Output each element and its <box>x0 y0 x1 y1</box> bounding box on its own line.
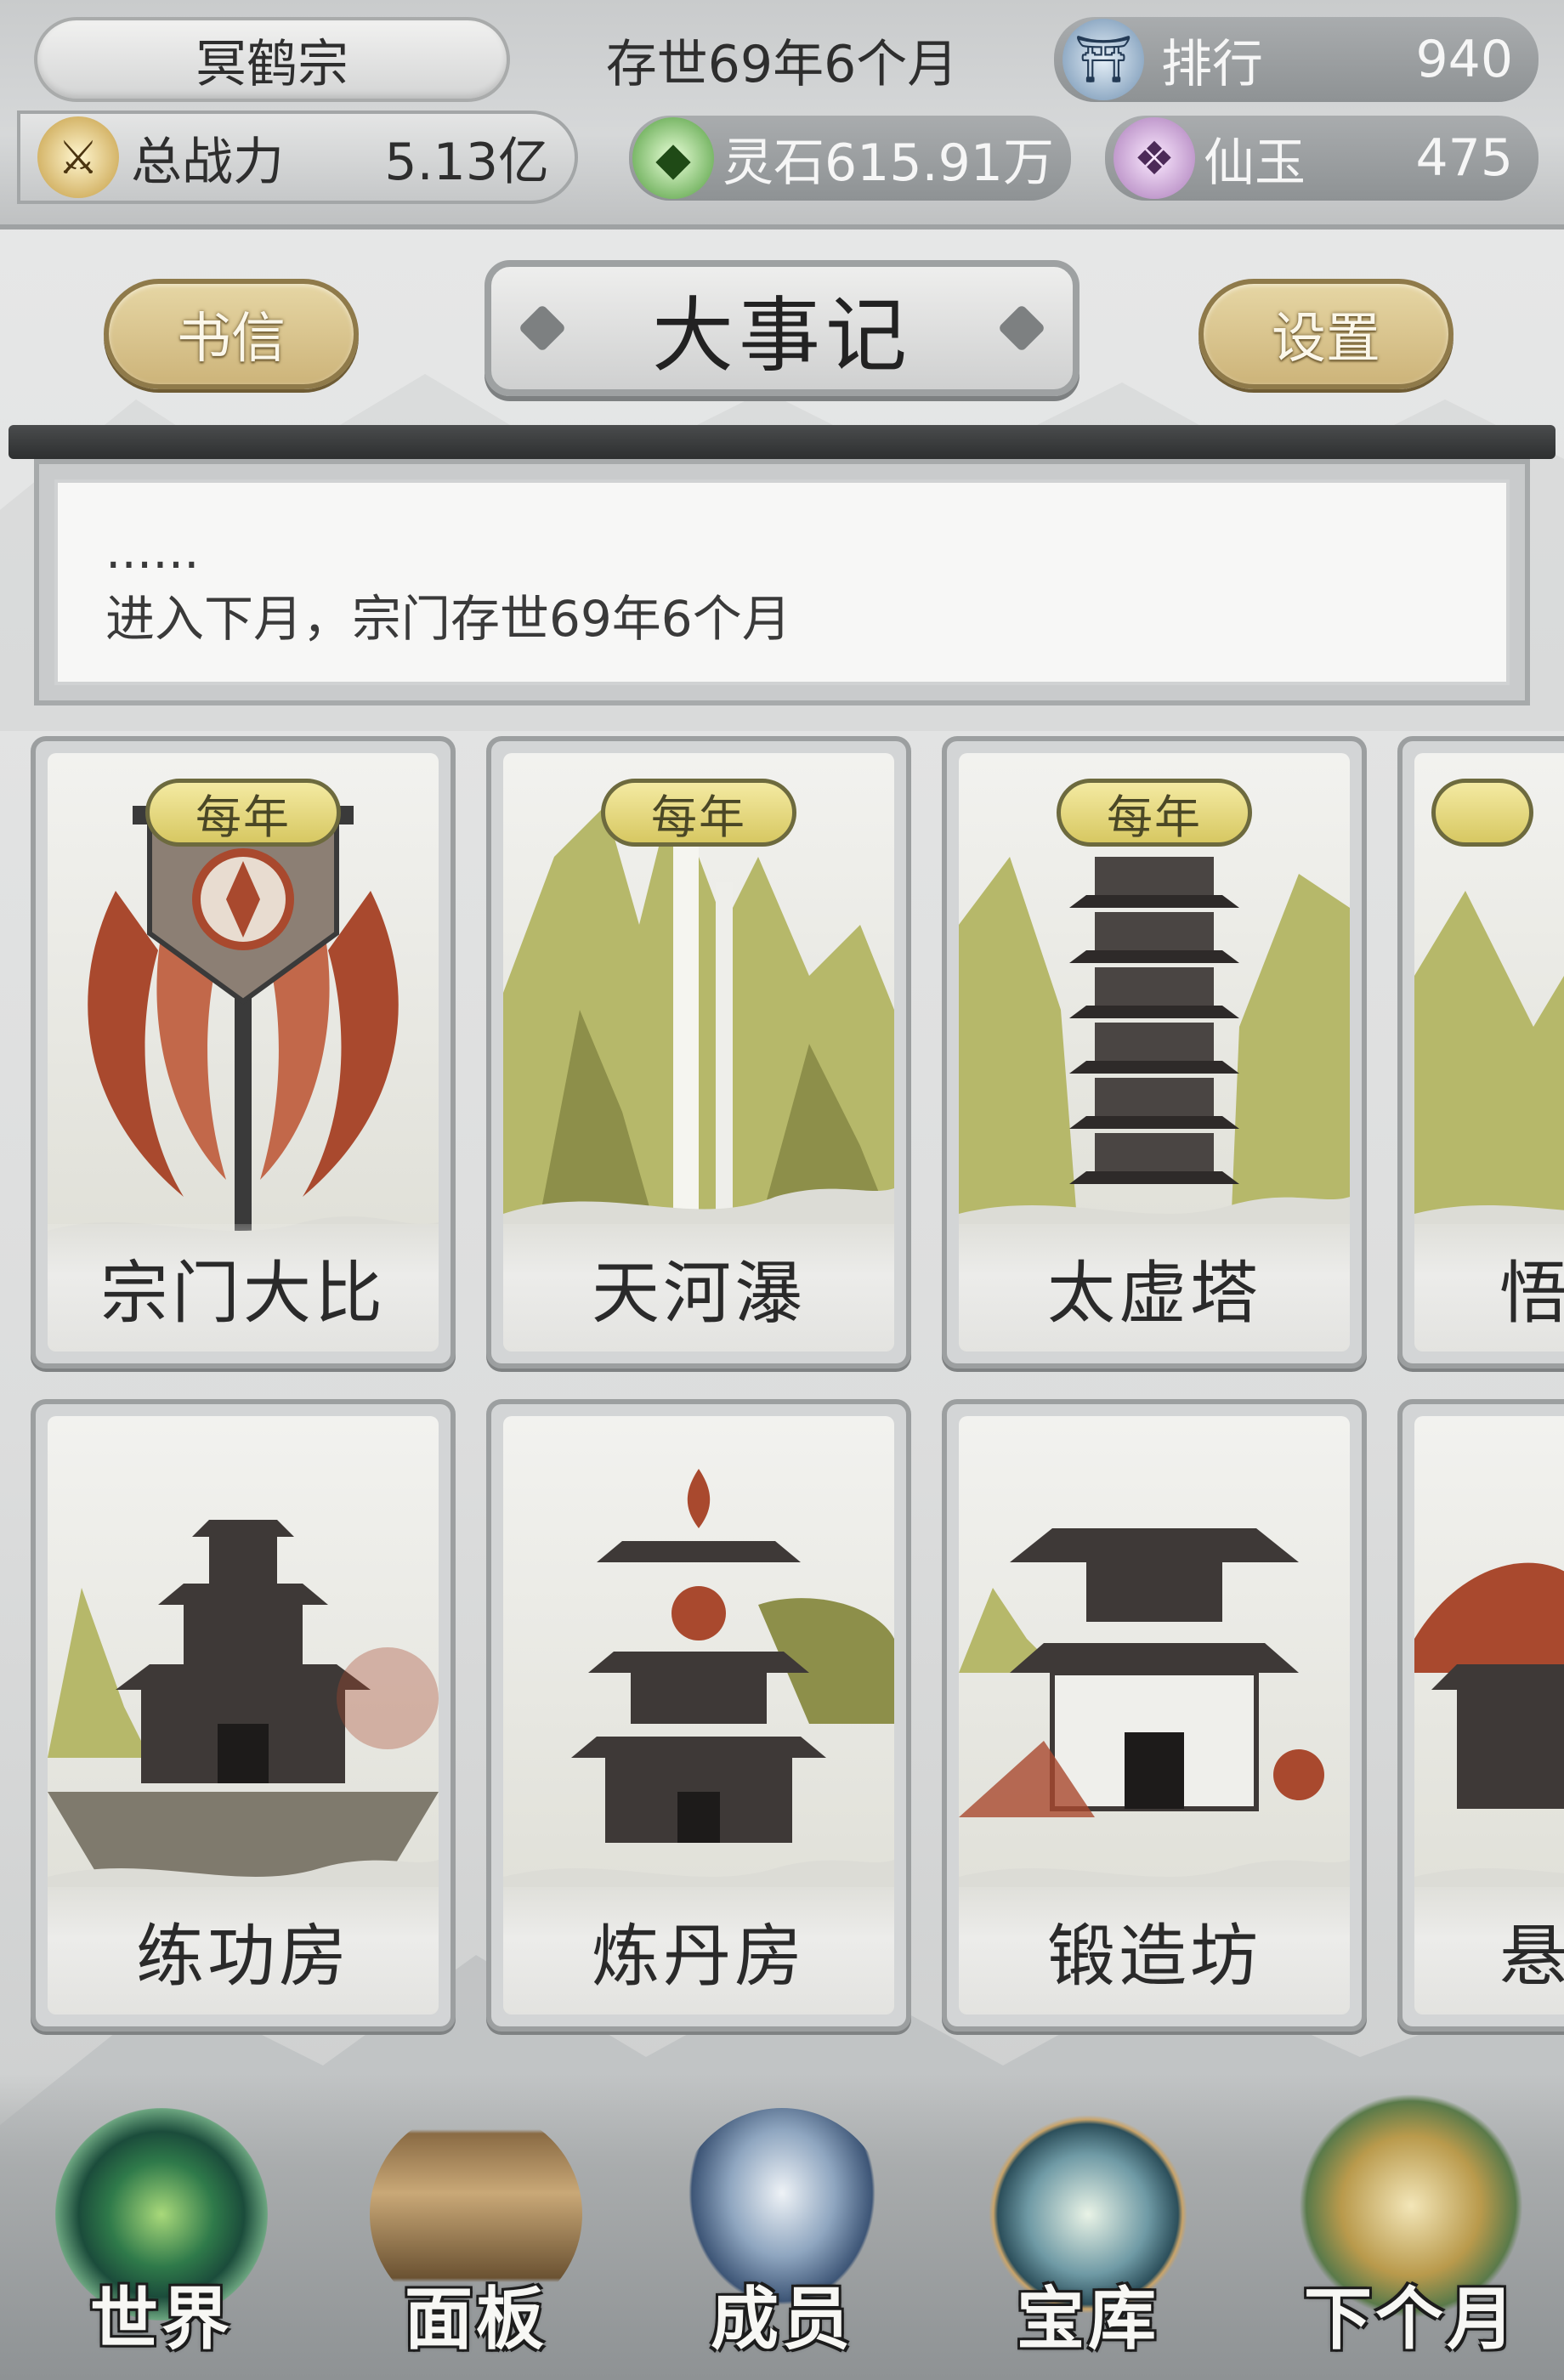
xianyu-jade-icon: ❖ <box>1114 117 1195 199</box>
building-name: 锻造坊 <box>959 1887 1350 2014</box>
building-name-text: 悟 <box>1499 1254 1564 1333</box>
badge-label: 每年 <box>1107 790 1202 844</box>
ornament-right-icon <box>997 303 1046 353</box>
building-name-text: 悬 <box>1499 1917 1564 1996</box>
card-illustration: 每年 太虚塔 <box>959 753 1350 1352</box>
yearly-badge: 每年 <box>145 779 341 847</box>
building-grid[interactable]: 每年 宗门大比 每年 天河瀑 每年 太虚塔 悟 练功房 炼丹房 锻造坊 悬 <box>31 736 1564 2045</box>
sect-name-plate[interactable]: 冥鹤宗 <box>34 17 510 102</box>
power-value: 5.13亿 <box>384 132 549 192</box>
nav-panel[interactable]: 面板 <box>340 2100 612 2372</box>
building-name: 天河瀑 <box>503 1224 894 1352</box>
sect-name: 冥鹤宗 <box>196 34 348 94</box>
yearly-badge <box>1431 779 1533 847</box>
event-log[interactable]: ...... 进入下月，宗门存世69年6个月 <box>54 479 1510 685</box>
building-name: 宗门大比 <box>48 1224 439 1352</box>
sect-age: 存世69年6个月 <box>544 17 1020 102</box>
nav-members[interactable]: 成员 <box>646 2100 918 2372</box>
event-log-panel: ...... 进入下月，宗门存世69年6个月 <box>34 459 1530 706</box>
spirit-stone-icon: ◆ <box>632 117 714 199</box>
ornament-left-icon <box>518 303 567 353</box>
log-message: 进入下月，宗门存世69年6个月 <box>105 590 791 648</box>
building-card-partial-2[interactable]: 悬 <box>1397 1399 1564 2032</box>
rank-value: 940 <box>1415 30 1513 89</box>
top-status-bar: 冥鹤宗 存世69年6个月 ⛩ 排行 940 ⚔ 总战力 5.13亿 ◆ 灵石61… <box>0 0 1564 230</box>
card-illustration: 锻造坊 <box>959 1416 1350 2014</box>
card-illustration: 悟 <box>1414 753 1564 1352</box>
yearly-badge: 每年 <box>1057 779 1252 847</box>
card-illustration: 每年 宗门大比 <box>48 753 439 1352</box>
sect-age-text: 存世69年6个月 <box>605 34 959 94</box>
pagoda-rank-icon: ⛩ <box>1062 19 1144 100</box>
building-card-sect-tournament[interactable]: 每年 宗门大比 <box>31 736 456 1368</box>
rank-box[interactable]: ⛩ 排行 940 <box>1054 17 1538 102</box>
badge-label: 每年 <box>196 790 291 844</box>
next-month-label: 下个月 <box>1304 2280 1518 2359</box>
building-name-text: 炼丹房 <box>592 1917 806 1996</box>
panel-divider <box>8 425 1556 459</box>
building-card-partial-1[interactable]: 悟 <box>1397 736 1564 1368</box>
bottom-navigation: 世界 面板 成员 宝库 下个月 <box>0 2074 1564 2380</box>
total-power-box: ⚔ 总战力 5.13亿 <box>17 110 578 204</box>
spirit-stone-box[interactable]: ◆ 灵石615.91万 <box>629 116 1071 201</box>
card-illustration: 每年 天河瀑 <box>503 753 894 1352</box>
nav-world-label: 世界 <box>90 2280 233 2359</box>
log-ellipsis: ...... <box>105 522 200 580</box>
building-name-text: 天河瀑 <box>592 1254 806 1333</box>
building-card-taixu-tower[interactable]: 每年 太虚塔 <box>942 736 1367 1368</box>
card-illustration: 炼丹房 <box>503 1416 894 2014</box>
yearly-badge: 每年 <box>601 779 796 847</box>
nav-world[interactable]: 世界 <box>26 2100 298 2372</box>
settings-button[interactable]: 设置 <box>1198 279 1454 389</box>
building-name-text: 太虚塔 <box>1047 1254 1261 1333</box>
power-label: 总战力 <box>131 132 284 192</box>
letters-label: 书信 <box>177 308 286 371</box>
spirit-stone-text: 灵石615.91万 <box>722 133 1054 193</box>
nav-vault[interactable]: 宝库 <box>952 2100 1224 2372</box>
building-name: 练功房 <box>48 1887 439 2014</box>
building-name: 炼丹房 <box>503 1887 894 2014</box>
page-title-plate: 大事记 <box>484 260 1080 396</box>
building-card-waterfall[interactable]: 每年 天河瀑 <box>486 736 911 1368</box>
xianyu-box[interactable]: ❖ 仙玉 475 <box>1105 116 1538 201</box>
xianyu-label: 仙玉 <box>1204 133 1306 193</box>
sword-shield-power-icon: ⚔ <box>37 116 119 198</box>
nav-vault-label: 宝库 <box>1017 2280 1159 2359</box>
badge-label: 每年 <box>651 790 746 844</box>
building-card-alchemy-room[interactable]: 炼丹房 <box>486 1399 911 2032</box>
building-name-text: 宗门大比 <box>100 1254 386 1333</box>
building-name-text: 锻造坊 <box>1047 1917 1261 1996</box>
building-name: 悬 <box>1414 1887 1564 2014</box>
building-name: 太虚塔 <box>959 1224 1350 1352</box>
page-title: 大事记 <box>652 287 912 383</box>
next-month-button[interactable]: 下个月 <box>1266 2082 1556 2372</box>
xianyu-value: 475 <box>1415 128 1513 188</box>
building-card-training-hall[interactable]: 练功房 <box>31 1399 456 2032</box>
nav-members-label: 成员 <box>711 2280 853 2359</box>
building-name: 悟 <box>1414 1224 1564 1352</box>
building-card-forge[interactable]: 锻造坊 <box>942 1399 1367 2032</box>
card-illustration: 悬 <box>1414 1416 1564 2014</box>
building-name-text: 练功房 <box>136 1917 350 1996</box>
rank-label: 排行 <box>1161 34 1263 94</box>
letters-button[interactable]: 书信 <box>104 279 359 389</box>
card-illustration: 练功房 <box>48 1416 439 2014</box>
settings-label: 设置 <box>1272 308 1380 371</box>
nav-panel-label: 面板 <box>405 2280 547 2359</box>
